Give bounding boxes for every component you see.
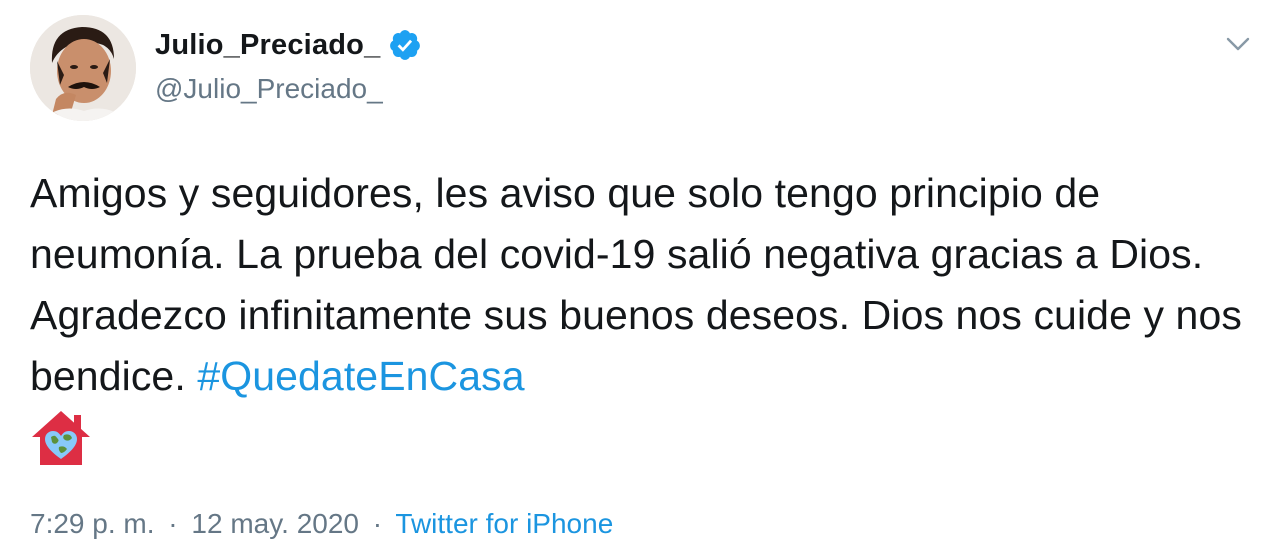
verified-badge-icon bbox=[388, 28, 422, 62]
meta-separator: · bbox=[372, 508, 383, 539]
tweet-card: Julio_Preciado_ @Julio_Preciado_ Amigos … bbox=[0, 0, 1280, 558]
tweet-meta: 7:29 p. m. · 12 may. 2020 · Twitter for … bbox=[30, 508, 613, 540]
tweet-date[interactable]: 12 may. 2020 bbox=[191, 508, 359, 539]
hashtag-link[interactable]: #QuedateEnCasa bbox=[197, 353, 524, 399]
tweet-time[interactable]: 7:29 p. m. bbox=[30, 508, 155, 539]
avatar-photo-icon bbox=[30, 15, 136, 121]
chevron-down-icon[interactable] bbox=[1222, 28, 1254, 60]
user-handle[interactable]: @Julio_Preciado_ bbox=[155, 73, 422, 105]
avatar[interactable] bbox=[30, 15, 136, 121]
name-row: Julio_Preciado_ bbox=[155, 25, 422, 65]
tweet-text: Amigos y seguidores, les aviso que solo … bbox=[30, 163, 1255, 469]
house-with-earth-heart-icon bbox=[30, 407, 92, 469]
tweet-source-link[interactable]: Twitter for iPhone bbox=[395, 508, 613, 539]
meta-separator: · bbox=[168, 508, 178, 539]
display-name[interactable]: Julio_Preciado_ bbox=[155, 29, 380, 62]
author-block: Julio_Preciado_ @Julio_Preciado_ bbox=[155, 25, 422, 105]
